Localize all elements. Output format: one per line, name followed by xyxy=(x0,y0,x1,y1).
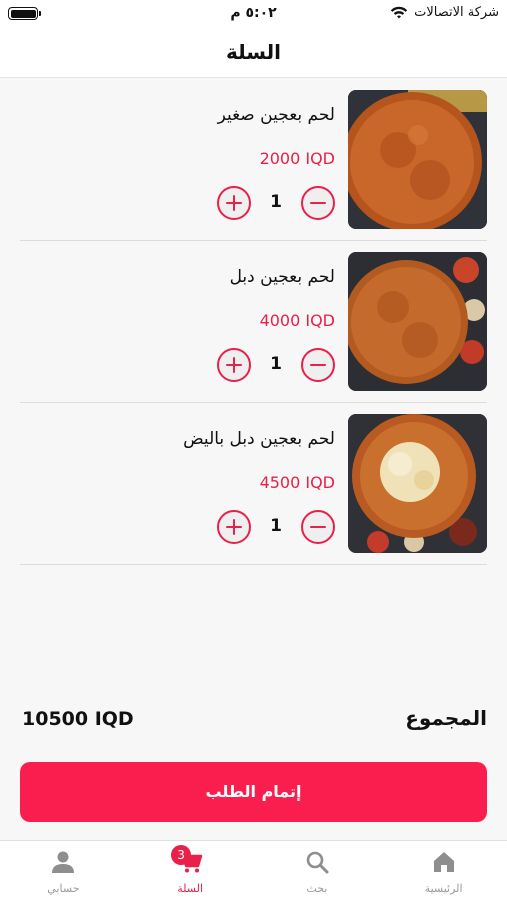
increase-quantity-button[interactable] xyxy=(217,510,251,544)
quantity-value: 1 xyxy=(270,354,282,374)
nav-label-home: الرئيسية xyxy=(424,882,463,895)
user-icon xyxy=(52,851,75,873)
cart-item: لحم بعجين صغير 2000 IQD 1 xyxy=(20,79,487,241)
checkout-button[interactable]: إتمام الطلب xyxy=(20,762,487,822)
decrease-quantity-button[interactable] xyxy=(301,348,335,382)
nav-label-cart: السلة xyxy=(177,882,203,895)
quantity-value: 1 xyxy=(270,516,282,536)
cart-item: لحم بعجين دبل باليض 4500 IQD 1 xyxy=(20,403,487,565)
bottom-nav: الرئيسية بحث 3 السلة حسابي xyxy=(0,840,507,900)
nav-item-search[interactable]: بحث xyxy=(254,841,381,900)
nav-item-home[interactable]: الرئيسية xyxy=(380,841,507,900)
quantity-stepper: 1 xyxy=(217,348,335,382)
cart-list: لحم بعجين صغير 2000 IQD 1 لحم بعجين دبل … xyxy=(20,79,487,565)
nav-label-account: حسابي xyxy=(47,882,80,895)
search-icon xyxy=(306,851,329,874)
quantity-stepper: 1 xyxy=(217,186,335,220)
status-carrier: شركة الاتصالات xyxy=(390,5,499,20)
decrease-quantity-button[interactable] xyxy=(301,186,335,220)
item-name: لحم بعجين صغير xyxy=(217,105,335,125)
page-title: السلة xyxy=(225,40,281,64)
nav-item-cart[interactable]: 3 السلة xyxy=(127,841,254,900)
increase-quantity-button[interactable] xyxy=(217,186,251,220)
item-price: 4000 IQD xyxy=(259,311,335,330)
header: السلة xyxy=(0,28,507,78)
wifi-icon xyxy=(390,6,408,18)
lahm-bi-ajeen-double-photo xyxy=(348,252,487,391)
total-value: 10500 IQD xyxy=(22,708,134,730)
status-bar: ٥:٠٢ م شركة الاتصالات xyxy=(0,0,507,28)
lahm-bi-ajeen-small-photo xyxy=(348,90,487,229)
item-price: 2000 IQD xyxy=(259,149,335,168)
item-price: 4500 IQD xyxy=(259,473,335,492)
item-name: لحم بعجين دبل xyxy=(229,267,335,287)
carrier-name: شركة الاتصالات xyxy=(414,5,499,20)
total-label: المجموع xyxy=(405,706,487,730)
quantity-value: 1 xyxy=(270,192,282,212)
decrease-quantity-button[interactable] xyxy=(301,510,335,544)
nav-label-search: بحث xyxy=(306,882,328,895)
cart-item: لحم بعجين دبل 4000 IQD 1 xyxy=(20,241,487,403)
quantity-stepper: 1 xyxy=(217,510,335,544)
increase-quantity-button[interactable] xyxy=(217,348,251,382)
item-name: لحم بعجين دبل باليض xyxy=(183,429,335,449)
cart-count-badge: 3 xyxy=(171,845,192,865)
home-icon xyxy=(433,852,454,872)
lahm-bi-ajeen-double-egg-photo xyxy=(348,414,487,553)
nav-item-account[interactable]: حسابي xyxy=(0,841,127,900)
